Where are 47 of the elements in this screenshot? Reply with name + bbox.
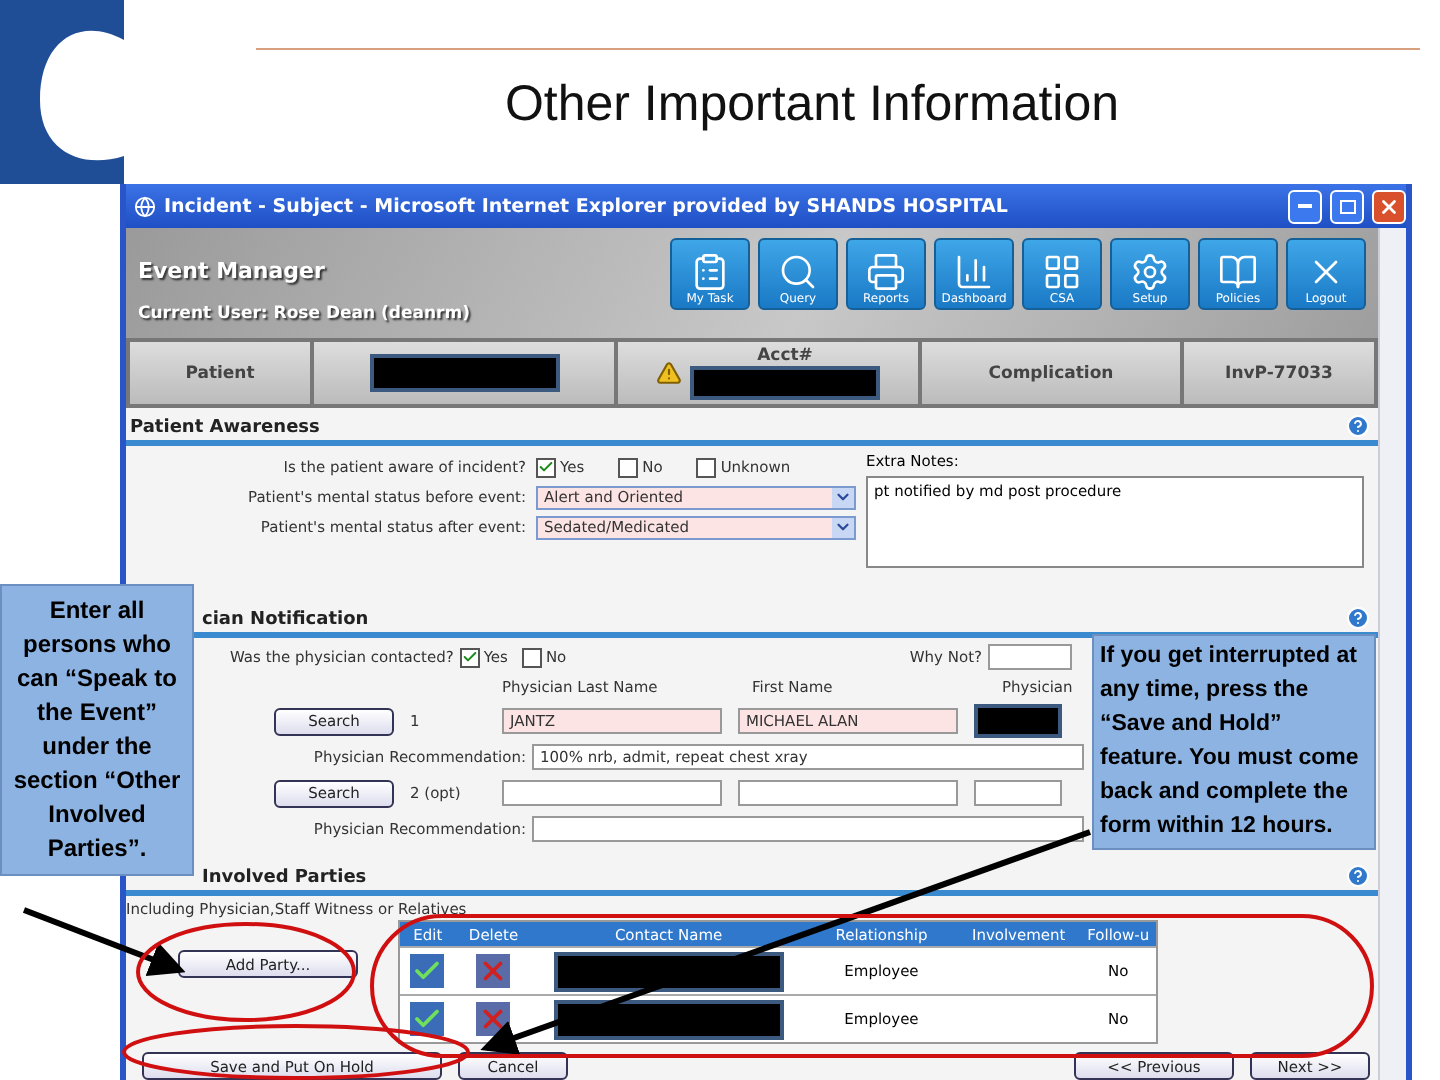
close-icon [1378, 195, 1400, 217]
checkbox[interactable] [459, 647, 480, 667]
caret-icon [832, 517, 854, 537]
clipboard-icon [690, 252, 730, 292]
browser-icon [134, 195, 156, 217]
chart-icon [954, 252, 994, 292]
window-title: Incident - Subject - Microsoft Internet Explorer provided by SHANDS HOSPITAL [164, 195, 1010, 217]
last-name-field[interactable] [502, 780, 722, 806]
current-user: Current User: Rose Dean (deanrm) [138, 304, 470, 324]
checkbox[interactable] [521, 647, 542, 667]
delete-icon[interactable] [476, 1002, 511, 1036]
edit-icon[interactable] [410, 1002, 445, 1036]
logo-icon [0, 0, 124, 184]
book-icon [1218, 252, 1258, 292]
maximize-button[interactable] [1330, 189, 1364, 223]
checkbox[interactable] [696, 457, 717, 477]
search-icon [778, 252, 818, 292]
grid-icon [1042, 252, 1082, 292]
edit-icon[interactable] [410, 954, 445, 988]
scrollbar[interactable] [1378, 228, 1406, 1080]
redaction-block [974, 704, 1062, 738]
patient-label: Patient [130, 342, 310, 404]
minimize-button[interactable] [1288, 189, 1322, 223]
app-name: Event Manager [138, 258, 327, 284]
caret-icon [832, 487, 854, 507]
close-button[interactable] [1372, 189, 1406, 223]
recommendation-field[interactable] [532, 816, 1084, 842]
incident-number: InvP-77033 [1184, 342, 1374, 404]
callout-note: Enter all persons who can “Speak to the Event” under the section “Other Involved Parties”. [0, 584, 194, 876]
account-label: Acct# [757, 346, 813, 366]
settings-icon [1130, 252, 1170, 292]
checkbox[interactable] [618, 457, 639, 477]
physician-field[interactable] [974, 780, 1062, 806]
printer-icon [866, 252, 906, 292]
slide-title: Other Important Information [504, 76, 1120, 134]
warning-icon [656, 360, 682, 386]
complication-label: Complication [922, 342, 1180, 404]
first-name-field[interactable] [738, 780, 958, 806]
help-icon[interactable] [1346, 414, 1370, 438]
section-heading: Involved Parties [202, 868, 367, 888]
checkbox[interactable] [536, 457, 556, 477]
reason-field[interactable] [988, 644, 1072, 670]
callout-note: If you get interrupted at any time, press the “Save and Hold” feature. You must come back and complete the form within 12 hours. [1092, 634, 1376, 850]
section-heading: cian Notification [202, 610, 369, 630]
section-heading: Patient Awareness [130, 418, 320, 438]
help-icon[interactable] [1346, 864, 1370, 888]
help-icon[interactable] [1346, 606, 1370, 630]
